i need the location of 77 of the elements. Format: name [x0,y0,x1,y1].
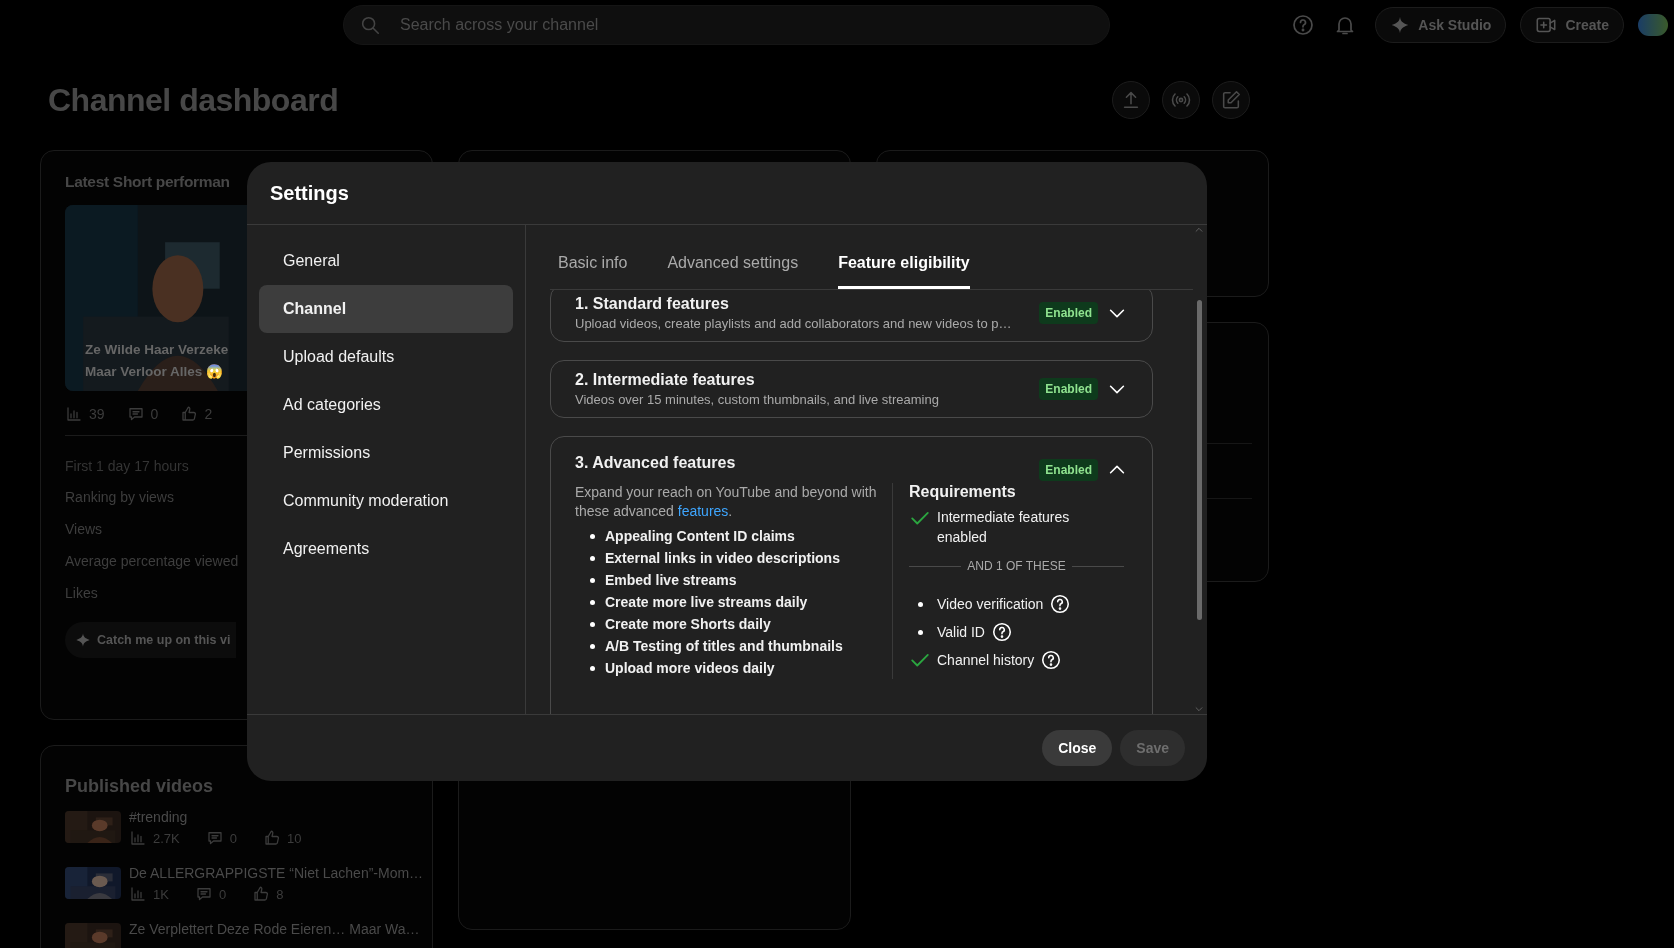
benefit-item: Embed live streams [605,572,737,588]
help-icon[interactable] [1049,593,1072,615]
nav-item[interactable]: Community moderation [259,477,513,525]
thumbs-up-icon [252,885,271,903]
benefit-item: A/B Testing of titles and thumbnails [605,638,843,654]
bullet-icon [590,599,595,605]
edit-icon [1220,89,1242,111]
tab[interactable]: Feature eligibility [838,254,970,289]
metric-label: Ranking by views [65,488,174,506]
requirement-label: Valid ID [937,623,985,642]
bullet-icon [590,643,595,649]
bullet-icon [590,577,595,583]
tab[interactable]: Basic info [558,254,628,289]
scroll-down-icon[interactable] [1194,704,1204,714]
nav-item[interactable]: Upload defaults [259,333,513,381]
sparkle-icon [75,632,91,648]
requirement-label: Video verification [937,595,1044,614]
feature-title: 1. Standard features [575,294,730,314]
metric-label: Average percentage viewed [65,552,239,570]
stat-value: 2 [204,406,213,422]
scroll-up-icon[interactable] [1194,225,1204,235]
upload-button[interactable] [1112,81,1150,119]
requirements-title: Requirements [909,483,1017,501]
broadcast-button[interactable] [1162,81,1200,119]
page-title: Channel dashboard [48,81,339,119]
stat-value: 10 [287,830,302,846]
feature-title: 3. Advanced features [575,453,737,473]
help-icon[interactable] [991,621,1013,643]
search-field[interactable]: Search across your channel [343,5,1110,45]
stat-value: 39 [89,406,105,422]
separator-label: AND 1 OF THESE [967,559,1066,573]
card-title: Latest Short performan [65,173,230,191]
metric-label: Views [65,520,103,538]
feature-intro: Expand your reach on YouTube and beyond with these advanced features. [575,483,878,521]
benefit-item: Appealing Content ID claims [605,528,795,544]
requirement-label: Channel history [937,651,1035,670]
status-badge: Enabled [1039,459,1098,481]
bullet-icon [590,533,595,539]
bullet-icon [590,555,595,561]
nav-item[interactable]: Ad categories [259,381,513,429]
feature-description: Videos over 15 minutes, custom thumbnails, and live streaming [575,391,940,409]
bar-chart-icon [129,885,147,903]
edit-button[interactable] [1212,81,1250,119]
dialog-button[interactable]: Close [1042,730,1113,766]
bullet-icon [590,665,595,671]
feature-description: Upload videos, create playlists and add collaborators and new videos to p… [575,315,1013,333]
benefit-item: Create more Shorts daily [605,616,771,632]
avatar[interactable] [1638,14,1668,36]
comment-icon [194,885,213,903]
bullet-icon [590,621,595,627]
comment-icon [126,405,145,423]
stat-value: 8 [276,886,284,902]
thumbs-up-icon [180,405,199,423]
status-badge: Enabled [1039,378,1098,400]
nav-item[interactable]: Permissions [259,429,513,477]
nav-item[interactable]: General [259,237,513,285]
stat-value: 1K [153,886,169,902]
help-icon[interactable] [1040,649,1063,671]
status-badge: Enabled [1039,302,1098,324]
benefit-item: External links in video descriptions [605,550,840,566]
requirement-label: Intermediate features enabled [937,508,1071,547]
dialog-title: Settings [270,181,349,205]
nav-item[interactable]: Channel [259,285,513,333]
benefit-item: Upload more videos daily [605,660,775,676]
thumbs-up-icon [263,829,281,847]
bar-chart-icon [129,829,147,847]
scrollbar-thumb[interactable] [1196,300,1202,620]
search-icon [359,14,381,36]
bar-chart-icon [65,405,83,423]
card-title: Published videos [65,776,215,797]
nav-item[interactable]: Agreements [259,525,513,573]
feature-title: 2. Intermediate features [575,370,756,390]
metric-label: Likes [65,584,98,602]
comment-icon [205,829,224,847]
tab[interactable]: Advanced settings [667,254,799,289]
benefit-item: Create more live streams daily [605,594,808,610]
stat-value: 2.7K [153,830,180,846]
